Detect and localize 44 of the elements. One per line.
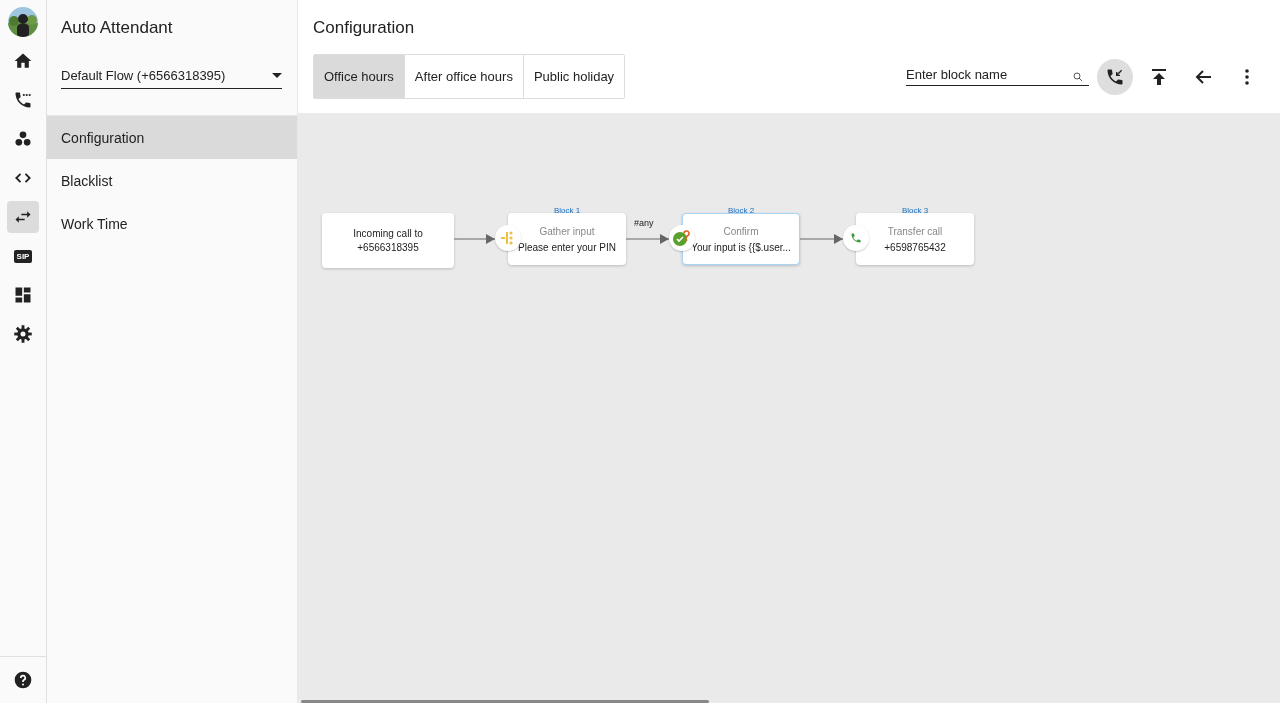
node-text: Incoming call to [353,228,423,239]
block-caption: Block 3 [900,206,930,215]
nav-button[interactable]: SIP [7,240,39,272]
avatar[interactable] [7,6,39,38]
home-icon [13,51,33,71]
more-icon [1245,68,1249,85]
phone-icon [13,90,33,110]
phone-icon [850,232,862,244]
sidebar-item[interactable]: Configuration [47,116,297,159]
page-title: Configuration [313,18,416,38]
block-text: +6598765432 [884,241,946,253]
block-title: Gather input [539,225,595,237]
block-title: Transfer call [887,225,943,237]
back-arrow-icon [1194,68,1212,85]
tab[interactable]: Office hours [314,55,405,98]
block-text: Your input is {{$.user... [691,241,791,253]
toolbar-button[interactable] [1097,58,1133,95]
block-text: Please enter your PIN [518,241,616,253]
check-question-icon [673,229,691,247]
block-caption: Block 2 [726,206,756,215]
sip-icon: SIP [13,249,33,263]
node-text: +6566318395 [357,242,419,253]
block-title: Confirm [723,225,759,237]
flow-block[interactable]: Transfer call +6598765432 [856,213,974,265]
flow-block[interactable]: Gather input Please enter your PIN [508,213,626,265]
nav-button[interactable] [7,201,39,233]
scrollbar[interactable] [301,700,709,703]
upload-icon [1151,67,1167,86]
help-icon [13,670,33,690]
sidebar-item[interactable]: Work Time [47,202,297,245]
block-caption: Block 1 [552,206,582,215]
dropdown-icon [272,73,282,78]
start-node[interactable]: Incoming call to +6566318395 [322,213,454,268]
edge-label: #any [634,218,654,228]
search-field[interactable]: Enter block name [906,67,1089,86]
flow-block[interactable]: Confirm Your input is {{$.user... [682,213,800,265]
flow-select[interactable]: Default Flow (+6566318395) [61,68,282,89]
settings-icon [13,324,33,344]
group-icon [13,129,33,149]
sidebar-item[interactable]: Blacklist [47,159,297,202]
branch-icon [501,231,515,245]
sidebar-title: Auto Attendant [61,18,174,38]
dashboard-icon [13,285,33,305]
search-icon [1073,71,1083,82]
